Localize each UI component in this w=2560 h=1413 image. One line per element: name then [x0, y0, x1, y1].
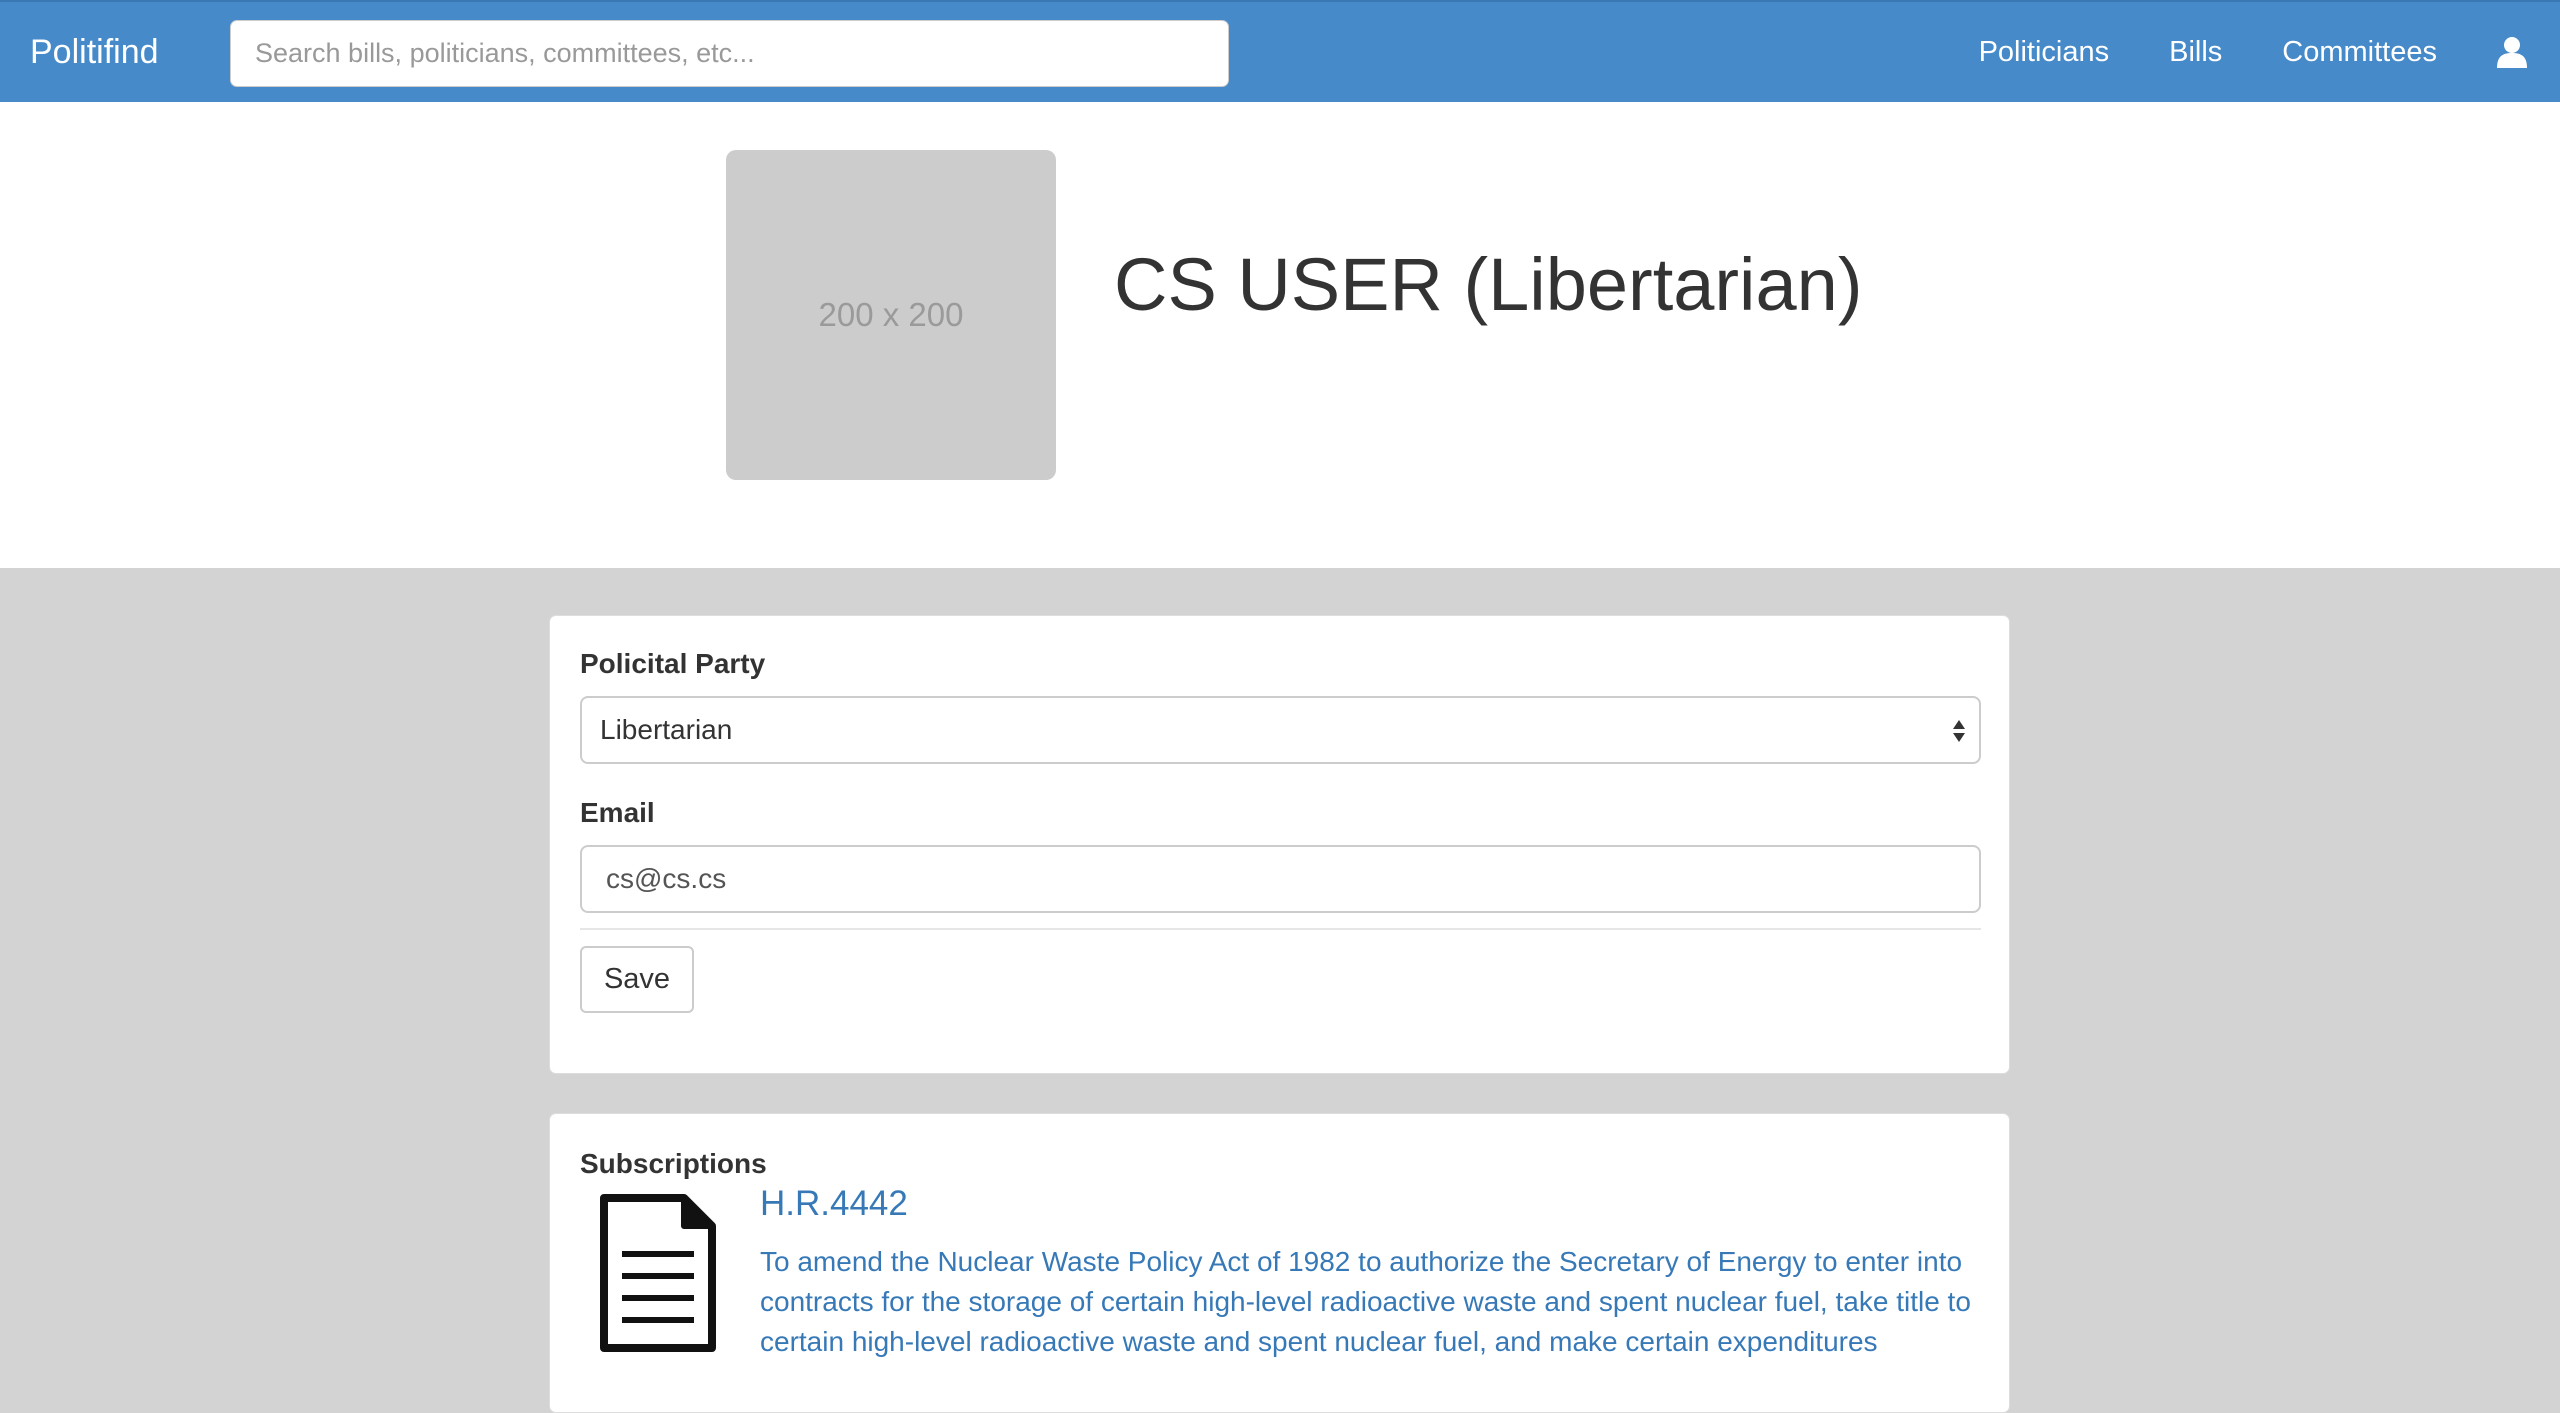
document-icon [600, 1194, 716, 1352]
email-label: Email [580, 797, 655, 828]
form-divider [580, 928, 1981, 930]
nav-link-committees[interactable]: Committees [2282, 2, 2437, 102]
subscriptions-heading: Subscriptions [580, 1148, 767, 1179]
bill-link[interactable]: H.R.4442 [760, 1184, 908, 1224]
profile-header: 200 x 200 CS USER (Libertarian) [0, 102, 2560, 568]
search-input[interactable] [230, 20, 1229, 87]
party-select[interactable]: Libertarian [580, 696, 1981, 764]
top-navbar: Politifind Politicians Bills Committees [0, 0, 2560, 102]
nav-links: Politicians Bills Committees [1979, 2, 2560, 102]
user-icon[interactable] [2497, 36, 2527, 68]
avatar: 200 x 200 [726, 150, 1056, 480]
bill-description[interactable]: To amend the Nuclear Waste Policy Act of… [760, 1242, 1990, 1362]
page-title: CS USER (Libertarian) [1114, 243, 1863, 326]
save-button[interactable]: Save [580, 946, 694, 1013]
subscriptions-panel: Subscriptions H.R.4442 To amend the Nucl… [549, 1113, 2010, 1413]
party-select-value: Libertarian [600, 714, 733, 745]
nav-link-bills[interactable]: Bills [2169, 2, 2222, 102]
party-label: Policital Party [580, 648, 766, 679]
brand-logo[interactable]: Politifind [30, 2, 159, 102]
select-arrows-icon [1953, 720, 1965, 742]
avatar-placeholder-text: 200 x 200 [818, 296, 964, 333]
email-field[interactable] [580, 845, 1981, 913]
nav-link-politicians[interactable]: Politicians [1979, 2, 2110, 102]
settings-panel: Policital Party Libertarian Email Save [549, 615, 2010, 1074]
